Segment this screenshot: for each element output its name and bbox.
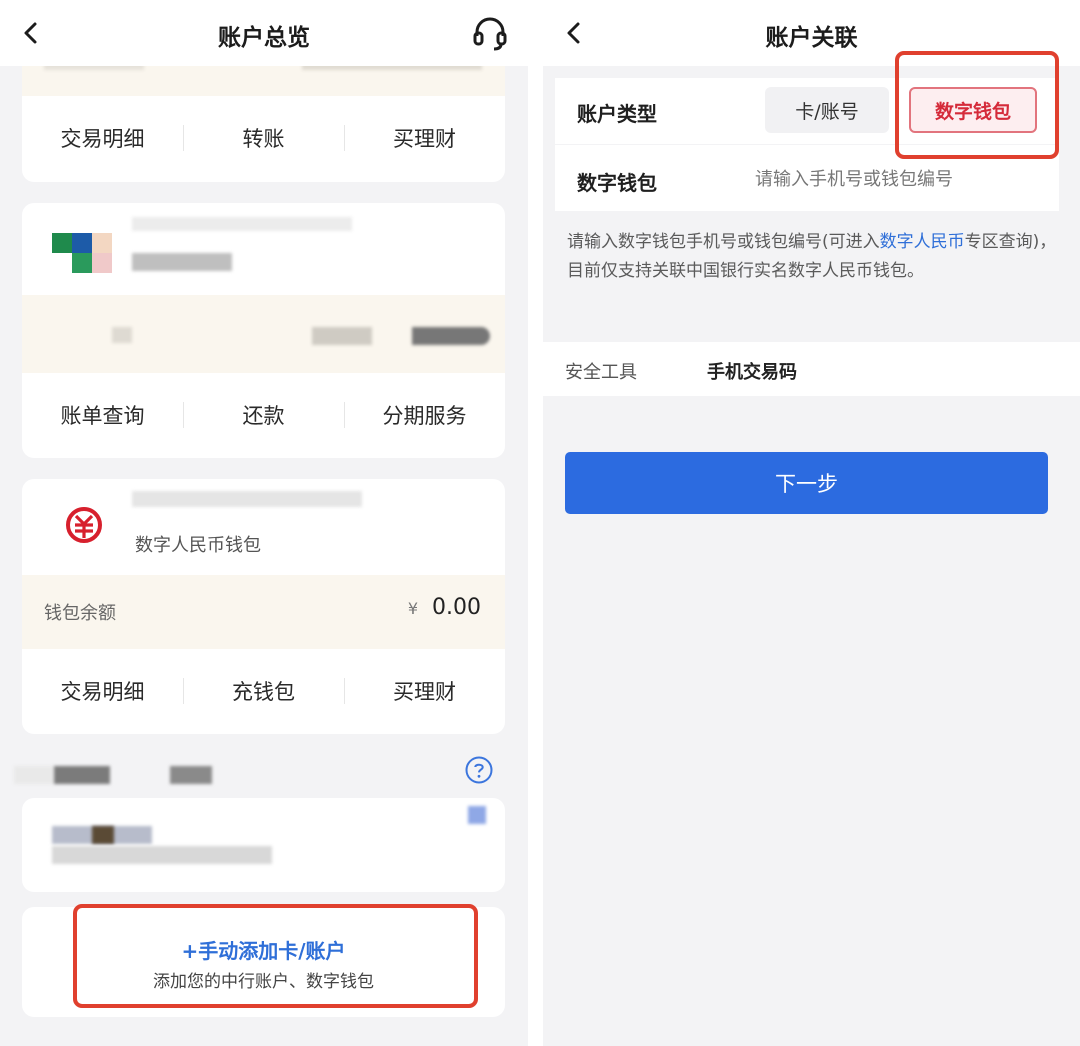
- blurred-card-title: [132, 217, 352, 231]
- blurred-field: [412, 327, 490, 345]
- wallet-name: 数字人民币钱包: [135, 535, 261, 556]
- wallet-balance-value: ¥0.00: [408, 595, 481, 620]
- blurred-badge: [468, 806, 486, 824]
- digital-rmb-link[interactable]: 数字人民币: [880, 232, 965, 252]
- blurred-card-number: [132, 253, 232, 271]
- page-title: 账户总览: [218, 25, 310, 51]
- currency-symbol: ¥: [407, 599, 419, 618]
- account-card-2[interactable]: 账单查询 还款 分期服务: [22, 203, 505, 458]
- left-navbar: 账户总览: [0, 0, 528, 66]
- next-step-button[interactable]: 下一步: [565, 452, 1048, 514]
- blurred-wallet-id: [132, 491, 362, 507]
- card-1-actions: 交易明细 转账 买理财: [22, 96, 505, 180]
- headset-icon[interactable]: [470, 14, 510, 54]
- transfer-button[interactable]: 转账: [183, 123, 344, 153]
- security-tool-label: 安全工具: [565, 362, 637, 383]
- blurred-field: [92, 826, 114, 844]
- card-2-actions: 账单查询 还款 分期服务: [22, 373, 505, 457]
- top-up-wallet-button[interactable]: 充钱包: [183, 676, 344, 706]
- wallet-hint-text: 请输入数字钱包手机号或钱包编号(可进入数字人民币专区查询)，目前仅支持关联中国银…: [567, 228, 1057, 286]
- e-cny-icon: [66, 507, 102, 543]
- wallet-label: 数字钱包: [577, 171, 657, 195]
- wallet-balance-strip: 钱包余额 ¥0.00: [22, 575, 505, 649]
- security-tool-value: 手机交易码: [707, 362, 797, 383]
- security-tool-row[interactable]: 安全工具 手机交易码: [543, 342, 1080, 396]
- account-link-screen: 账户关联 账户类型 卡/账号 数字钱包 数字钱包 请输入数字钱包手机号或钱包编号…: [543, 0, 1080, 1046]
- wallet-balance-amount: 0.00: [432, 595, 481, 620]
- installment-button[interactable]: 分期服务: [344, 400, 505, 430]
- card-2-info-strip: [22, 295, 505, 373]
- page-title: 账户关联: [765, 25, 858, 51]
- transaction-details-button[interactable]: 交易明细: [22, 123, 183, 153]
- highlight-frame-add-account: [73, 904, 478, 1008]
- wallet-number-input[interactable]: [755, 163, 1045, 195]
- wallet-transaction-details-button[interactable]: 交易明细: [22, 676, 183, 706]
- highlight-frame-wallet-option: [895, 51, 1059, 159]
- panel-divider: [528, 0, 543, 1046]
- hint-text-start: 请输入数字钱包手机号或钱包编号(可进入: [567, 232, 880, 252]
- wallet-buy-wealth-button[interactable]: 买理财: [344, 676, 505, 706]
- blurred-field: [52, 846, 272, 864]
- bill-query-button[interactable]: 账单查询: [22, 400, 183, 430]
- question-circle-icon[interactable]: [464, 755, 494, 785]
- bank-logo-icon: [52, 233, 114, 273]
- account-type-label: 账户类型: [577, 102, 657, 126]
- buy-wealth-button[interactable]: 买理财: [344, 123, 505, 153]
- blurred-account-card[interactable]: [22, 798, 505, 892]
- wallet-balance-label: 钱包余额: [44, 603, 116, 624]
- e-cny-wallet-card[interactable]: 数字人民币钱包 钱包余额 ¥0.00 交易明细 充钱包 买理财: [22, 479, 505, 734]
- wallet-actions: 交易明细 充钱包 买理财: [22, 649, 505, 733]
- blurred-field: [312, 327, 372, 345]
- repay-button[interactable]: 还款: [183, 400, 344, 430]
- account-overview-screen: 交易明细 转账 买理财 账单查询 还款 分期服务 数字人民币钱包 钱包余额 ¥ …: [0, 0, 528, 1046]
- blurred-field: [112, 327, 132, 343]
- card-account-option[interactable]: 卡/账号: [765, 87, 889, 133]
